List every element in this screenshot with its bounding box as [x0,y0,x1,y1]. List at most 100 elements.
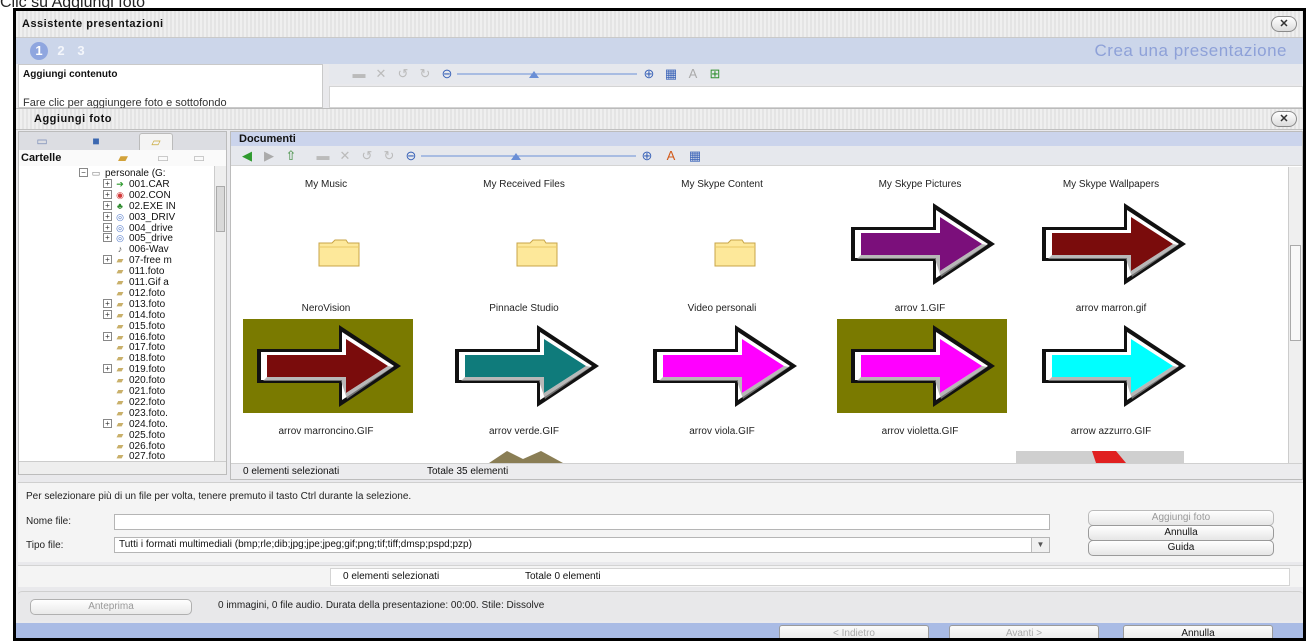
sort-icon[interactable]: A [663,148,679,163]
expand-icon[interactable]: + [103,233,112,243]
expand-icon[interactable] [103,321,112,330]
zoom-slider[interactable] [457,70,637,79]
delete-icon[interactable]: ✕ [337,148,353,163]
expand-icon[interactable] [103,375,112,384]
zoom-out-icon[interactable]: ⊖ [439,66,455,81]
expand-icon[interactable] [103,244,112,253]
arrow-image-thumbnail[interactable] [639,319,809,413]
tree-item[interactable]: + ▰ 019.foto [103,364,165,375]
help-button[interactable]: Guida [1088,540,1274,556]
tree-item[interactable]: + ◉ 002.CON [103,189,171,201]
new-folder-icon[interactable]: ▰ [115,150,131,165]
close-add-photos-button[interactable]: ✕ [1271,111,1297,127]
arrow-image-thumbnail[interactable] [837,197,1007,291]
expand-icon[interactable]: + [103,189,112,199]
tree-item[interactable]: ▰ 020.foto [103,375,166,386]
tab-computer[interactable]: ■ [79,133,113,150]
expand-icon[interactable]: + [103,178,112,188]
view-mode-icon[interactable]: ▦ [687,148,703,163]
tree-item[interactable]: + ▰ 013.foto [103,298,165,310]
tree-item[interactable]: − ▭ personale (G: [79,168,166,179]
expand-icon[interactable]: + [103,418,112,428]
monitor-icon[interactable]: ▬ [351,66,367,81]
next-button[interactable]: Avanti > [949,625,1099,638]
partial-thumbnail[interactable] [1016,451,1184,463]
up-folder-icon[interactable]: ⇧ [283,148,299,163]
folder-tree[interactable]: − ▭ personale (G: + ➔ 001.CAR + ◉ 002.CON + ♣ 02.EX… [19,166,215,462]
expand-icon[interactable] [103,277,112,286]
step-3[interactable]: 3 [72,42,90,60]
cancel-button[interactable]: Annulla [1088,525,1274,541]
tree-item[interactable]: ▰ 022.foto [103,397,166,408]
tree-item[interactable]: + ▰ 024.foto. [103,418,168,430]
folder-tree-hscrollbar[interactable] [19,461,226,474]
expand-icon[interactable] [103,342,112,351]
tree-item[interactable]: ▰ 025.foto [103,430,166,441]
expand-icon[interactable] [103,430,112,439]
partial-thumbnail[interactable] [489,451,563,463]
tree-item[interactable]: ♪ 006-Wav [103,244,169,255]
tree-item[interactable]: ▰ 011.Gif a [103,277,169,288]
expand-icon[interactable] [103,408,112,417]
add-photo-button[interactable]: Aggiungi foto [1088,510,1274,526]
expand-icon[interactable] [103,397,112,406]
zoom-out-icon[interactable]: ⊖ [403,148,419,163]
tree-item[interactable]: + ▰ 07-free m [103,255,172,266]
folder-tree-scrollbar[interactable] [214,166,226,462]
tree-item[interactable]: + ➔ 001.CAR [103,178,170,190]
add-content-panel[interactable]: Aggiungi contenuto Fare clic per aggiung… [18,64,323,109]
text-icon[interactable]: A [685,66,701,81]
file-type-select[interactable]: Tutti i formati multimediali (bmp;rle;di… [114,537,1050,553]
thumbnail-size-slider[interactable] [421,152,636,161]
arrow-image-thumbnail[interactable] [243,319,413,413]
expand-icon[interactable] [103,353,112,362]
storyboard-area[interactable] [329,86,1303,108]
grid-view-icon[interactable]: ▦ [663,66,679,81]
tree-item[interactable]: ▰ 018.foto [103,353,166,364]
forward-icon[interactable]: ▶ [261,148,277,163]
rotate-left-icon[interactable]: ↺ [395,66,411,81]
arrow-image-thumbnail[interactable] [1028,319,1198,413]
expand-icon[interactable] [103,441,112,450]
tree-item[interactable]: + ◎ 005_drive [103,233,173,244]
arrow-image-thumbnail[interactable] [441,319,611,413]
folder-icon[interactable] [318,237,360,267]
monitor-icon[interactable]: ▬ [315,148,331,163]
tree-item[interactable]: + ◎ 003_DRIV [103,211,175,223]
tab-folders[interactable]: ▱ [139,133,173,150]
tree-item[interactable]: + ▰ 014.foto [103,309,165,321]
expand-icon[interactable]: + [103,309,112,319]
tree-item[interactable]: ▰ 023.foto. [103,408,168,419]
arrow-image-thumbnail[interactable] [1028,197,1198,291]
back-icon[interactable]: ◀ [239,148,255,163]
rotate-right-icon[interactable]: ↻ [381,148,397,163]
step-1[interactable]: 1 [30,42,48,60]
add-icon[interactable]: ⊞ [707,66,723,81]
back-button[interactable]: < Indietro [779,625,929,638]
folder-icon[interactable] [714,237,756,267]
expand-icon[interactable]: + [103,364,112,374]
thumbnail-grid[interactable]: My Music My Received Files My Skype Conten… [231,167,1288,463]
delete-folder-icon[interactable]: ▭ [191,150,207,165]
zoom-in-icon[interactable]: ⊕ [639,148,655,163]
delete-icon[interactable]: ✕ [373,66,389,81]
expand-icon[interactable]: + [103,211,112,221]
tree-item[interactable]: ▰ 011.foto [103,266,165,277]
tree-item[interactable]: + ▰ 016.foto [103,331,165,343]
tree-item[interactable]: ▰ 021.foto [103,386,166,397]
expand-icon[interactable] [103,386,112,395]
rotate-right-icon[interactable]: ↻ [417,66,433,81]
preview-button[interactable]: Anteprima [30,599,192,615]
cancel-wizard-button[interactable]: Annulla [1123,625,1273,638]
expand-icon[interactable] [103,266,112,275]
expand-icon[interactable] [103,451,112,460]
collapse-icon[interactable]: − [79,168,88,177]
expand-icon[interactable]: + [103,200,112,210]
tree-item[interactable]: + ♣ 02.EXE IN [103,200,176,212]
tab-desktop[interactable]: ▭ [25,133,59,150]
tree-item[interactable]: ▰ 015.foto [103,321,166,332]
close-window-button[interactable]: ✕ [1271,16,1297,32]
expand-icon[interactable]: + [103,298,112,308]
rename-folder-icon[interactable]: ▭ [155,150,171,165]
tree-item[interactable]: + ◎ 004_drive [103,222,173,234]
